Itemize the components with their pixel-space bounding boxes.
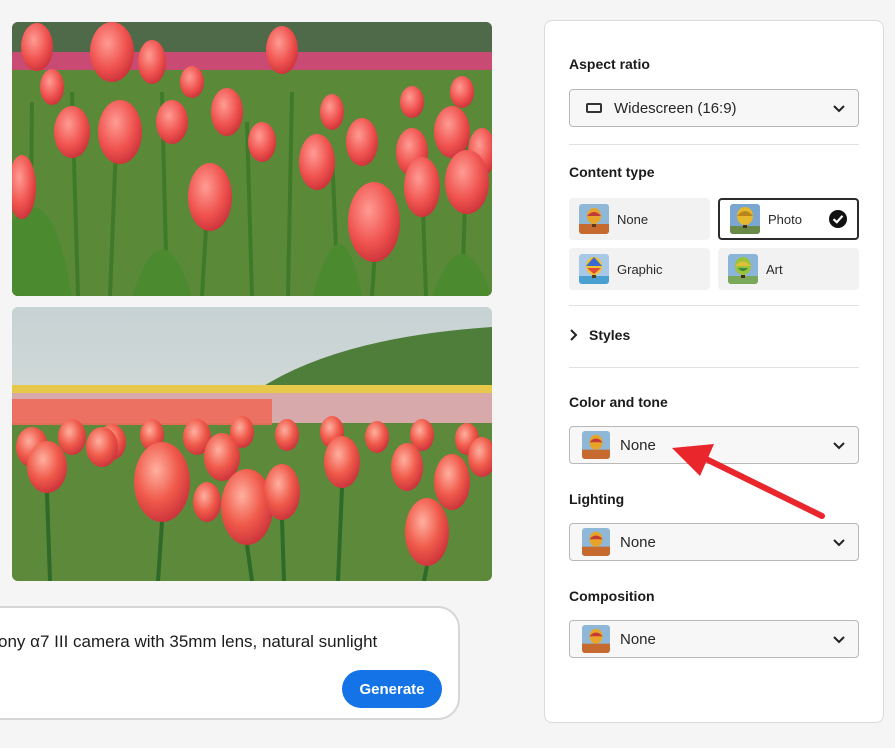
generate-button[interactable]: Generate — [342, 670, 442, 708]
styles-label: Styles — [589, 327, 631, 343]
balloon-thumb-icon — [582, 625, 610, 653]
settings-panel: Aspect ratio Widescreen (16:9) Content t… — [544, 20, 884, 723]
color-and-tone-value: None — [620, 436, 656, 454]
aspect-ratio-title: Aspect ratio — [569, 56, 650, 72]
chevron-right-icon — [570, 329, 578, 341]
chevron-down-icon — [833, 539, 845, 547]
content-type-none-label: None — [617, 211, 649, 227]
composition-value: None — [620, 630, 656, 648]
prompt-box[interactable]: ony α7 III camera with 35mm lens, natura… — [0, 606, 460, 720]
divider — [569, 305, 859, 306]
aspect-ratio-select[interactable]: Widescreen (16:9) — [569, 89, 859, 127]
divider — [569, 144, 859, 145]
lighting-value: None — [620, 533, 656, 551]
lighting-title: Lighting — [569, 491, 625, 507]
content-type-art-label: Art — [766, 261, 783, 277]
content-type-graphic[interactable]: Graphic — [569, 248, 710, 290]
prompt-text[interactable]: ony α7 III camera with 35mm lens, natura… — [0, 632, 377, 652]
generated-image-1[interactable] — [12, 22, 492, 296]
balloon-thumb-icon — [728, 254, 758, 284]
divider — [569, 367, 859, 368]
content-type-none[interactable]: None — [569, 198, 710, 240]
balloon-thumb-icon — [730, 204, 760, 234]
generated-image-2[interactable] — [12, 307, 492, 581]
balloon-thumb-icon — [579, 254, 609, 284]
content-type-graphic-label: Graphic — [617, 261, 663, 277]
widescreen-icon — [586, 103, 602, 113]
balloon-thumb-icon — [582, 528, 610, 556]
styles-toggle[interactable]: Styles — [569, 327, 630, 343]
balloon-thumb-icon — [579, 204, 609, 234]
content-type-art[interactable]: Art — [718, 248, 859, 290]
balloon-thumb-icon — [582, 431, 610, 459]
aspect-ratio-value: Widescreen (16:9) — [614, 99, 737, 117]
annotation-arrow-icon — [672, 444, 825, 519]
color-and-tone-title: Color and tone — [569, 394, 668, 410]
chevron-down-icon — [833, 636, 845, 644]
composition-title: Composition — [569, 588, 655, 604]
content-type-photo-label: Photo — [768, 211, 802, 227]
content-type-photo[interactable]: Photo — [718, 198, 859, 240]
composition-select[interactable]: None — [569, 620, 859, 658]
content-type-title: Content type — [569, 164, 655, 180]
checkmark-icon — [829, 210, 847, 228]
chevron-down-icon — [833, 105, 845, 113]
